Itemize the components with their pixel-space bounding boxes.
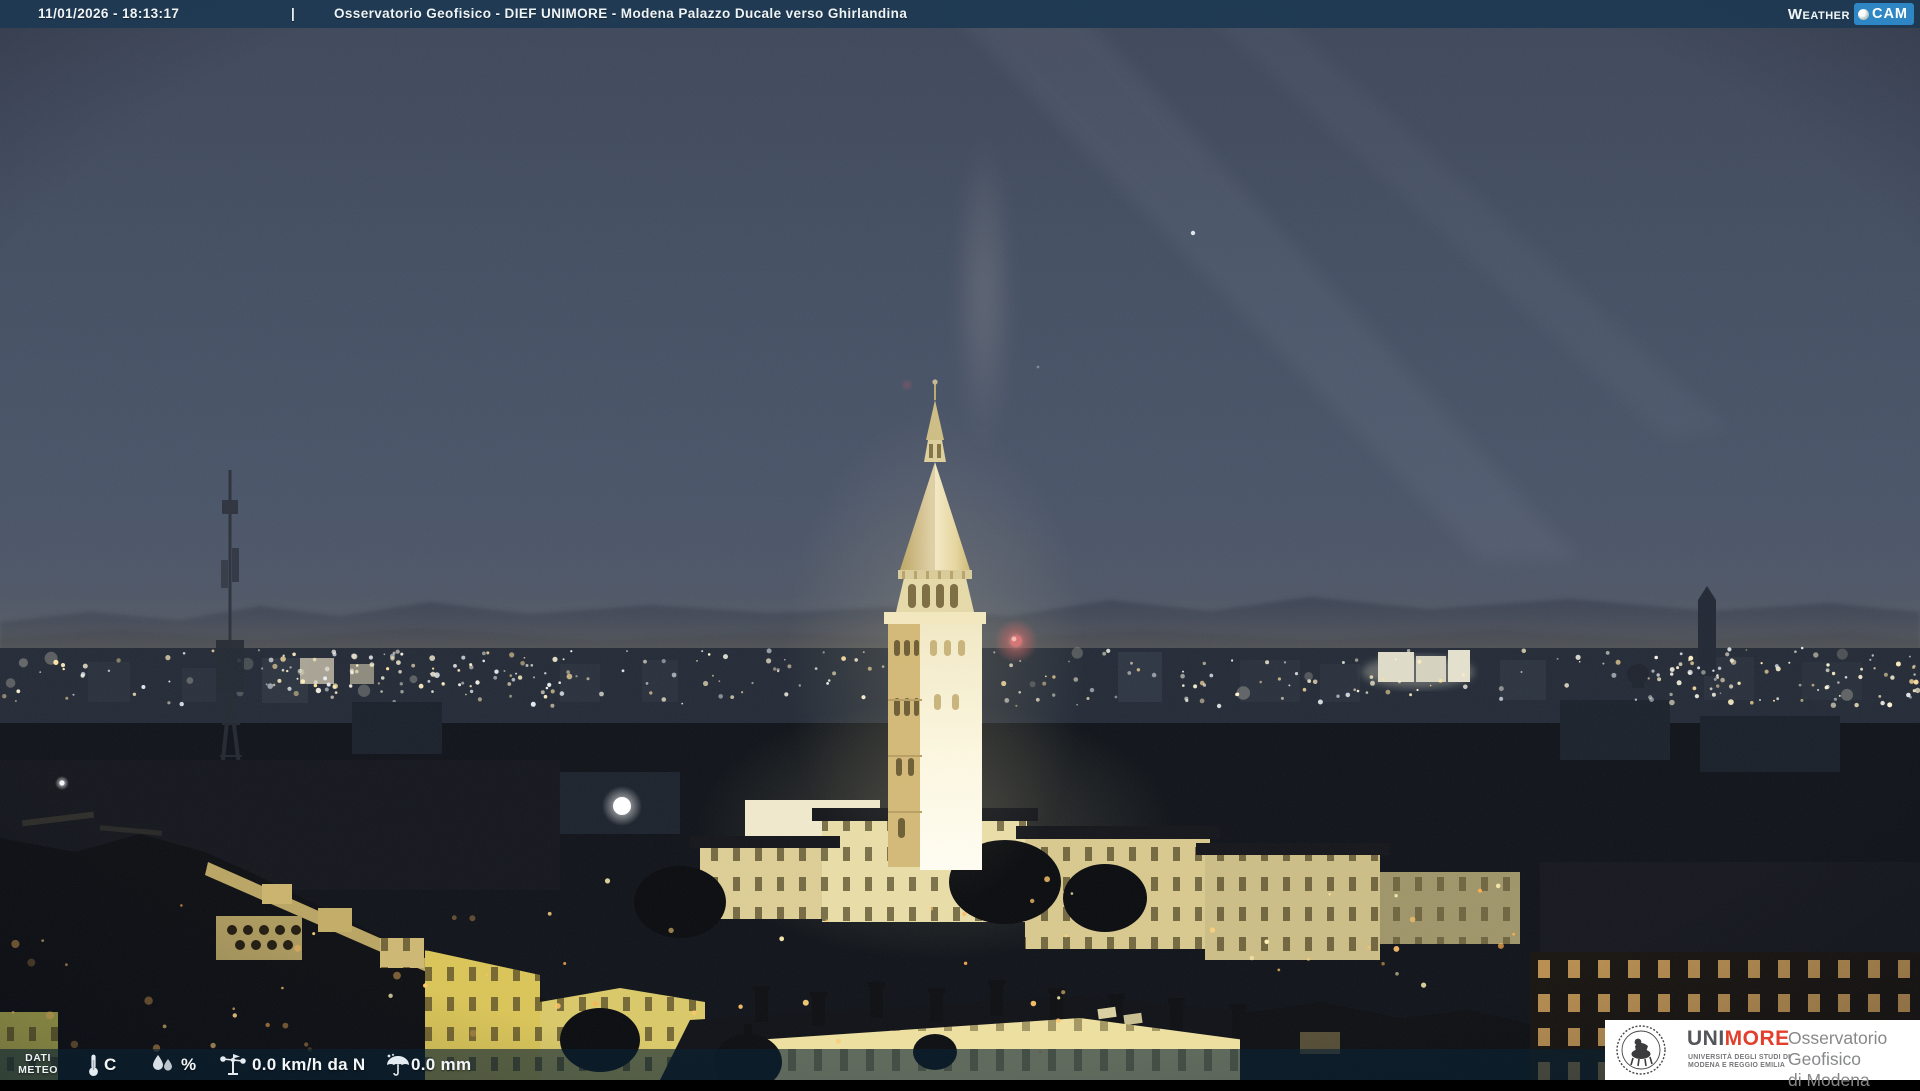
unimore-wordmark: UNIMORE bbox=[1687, 1027, 1790, 1050]
weathercam-cam: CAM bbox=[1871, 6, 1908, 22]
webcam-photo bbox=[0, 0, 1920, 1080]
anemometer-icon bbox=[218, 1053, 248, 1077]
grain-overlay bbox=[0, 0, 1920, 1080]
separator: | bbox=[291, 6, 296, 21]
weathercam-word: Weather bbox=[1787, 5, 1850, 23]
unimore-seal-icon bbox=[1616, 1025, 1666, 1075]
top-info-bar: 11/01/2026 - 18:13:17 | Osservatorio Geo… bbox=[0, 0, 1920, 28]
thermometer-icon bbox=[86, 1053, 101, 1077]
camera-lens-icon bbox=[1857, 8, 1869, 20]
temperature-reading: C bbox=[104, 1055, 117, 1074]
observatory-name: Osservatorio Geofisico di Modena bbox=[1788, 1028, 1888, 1090]
webcam-frame: 11/01/2026 - 18:13:17 | Osservatorio Geo… bbox=[0, 0, 1920, 1090]
wind-reading: 0.0 km/h da N bbox=[252, 1055, 366, 1074]
university-subtitle: UNIVERSITÀ DEGLI STUDI DI MODENA E REGGI… bbox=[1688, 1054, 1791, 1069]
weathercam-logo: Weather CAM bbox=[1788, 3, 1914, 25]
weathercam-badge: CAM bbox=[1853, 3, 1914, 25]
dati-meteo-label: DATI METEO bbox=[18, 1052, 58, 1076]
rain-umbrella-icon bbox=[384, 1053, 410, 1077]
unimore-branding-box: UNIMORE UNIVERSITÀ DEGLI STUDI DI MODENA… bbox=[1605, 1020, 1920, 1090]
humidity-reading: % bbox=[181, 1055, 197, 1074]
timestamp: 11/01/2026 - 18:13:17 bbox=[38, 6, 180, 21]
rain-reading: 0.0 mm bbox=[411, 1055, 472, 1074]
humidity-drops-icon bbox=[150, 1055, 176, 1075]
camera-title: Osservatorio Geofisico - DIEF UNIMORE - … bbox=[334, 6, 908, 21]
